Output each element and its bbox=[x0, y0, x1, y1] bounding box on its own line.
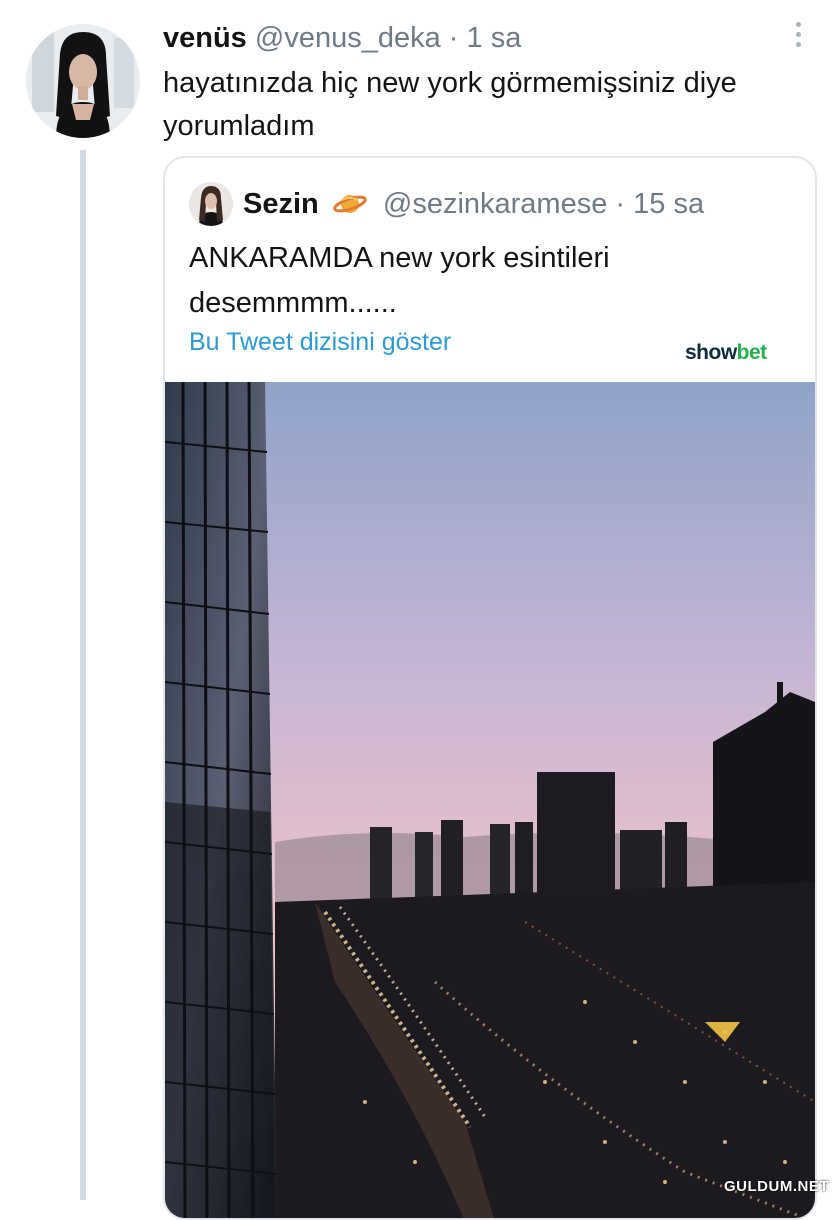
quote-dot-separator: · bbox=[615, 188, 626, 220]
thread-line bbox=[80, 150, 86, 1200]
tweet-time[interactable]: 1 sa bbox=[467, 22, 522, 54]
author-handle[interactable]: @venus_deka bbox=[255, 22, 441, 54]
quote-author-avatar bbox=[189, 182, 233, 226]
quote-text: ANKARAMDA new york esintileri desemmmm..… bbox=[189, 242, 610, 319]
tweet-header: venüs @venus_deka · 1 sa bbox=[163, 21, 521, 55]
author-avatar[interactable] bbox=[26, 24, 140, 138]
quote-header: Sezin @sezinkaramese · 15 sa bbox=[243, 186, 704, 226]
show-thread-link[interactable]: Bu Tweet dizisini göster bbox=[189, 328, 451, 357]
showbet-logo: showbet bbox=[685, 341, 767, 364]
dot-separator: · bbox=[448, 22, 459, 54]
quote-author-name: Sezin bbox=[243, 188, 319, 220]
city-skyline-image bbox=[165, 381, 815, 1218]
quote-media-photo[interactable] bbox=[165, 381, 815, 1218]
quote-author-handle: @sezinkaramese bbox=[382, 188, 608, 220]
quote-time: 15 sa bbox=[633, 188, 705, 220]
quoted-tweet[interactable]: Sezin @sezinkaramese · 15 sa ANKARAMDA n… bbox=[163, 156, 817, 1220]
author-name[interactable]: venüs bbox=[163, 22, 247, 54]
watermark: GULDUM.NET bbox=[724, 1178, 829, 1195]
saturn-planet-icon bbox=[333, 190, 367, 226]
more-vertical-icon[interactable] bbox=[788, 22, 808, 52]
tweet-text: hayatınızda hiç new york görmemişsiniz d… bbox=[163, 67, 737, 142]
